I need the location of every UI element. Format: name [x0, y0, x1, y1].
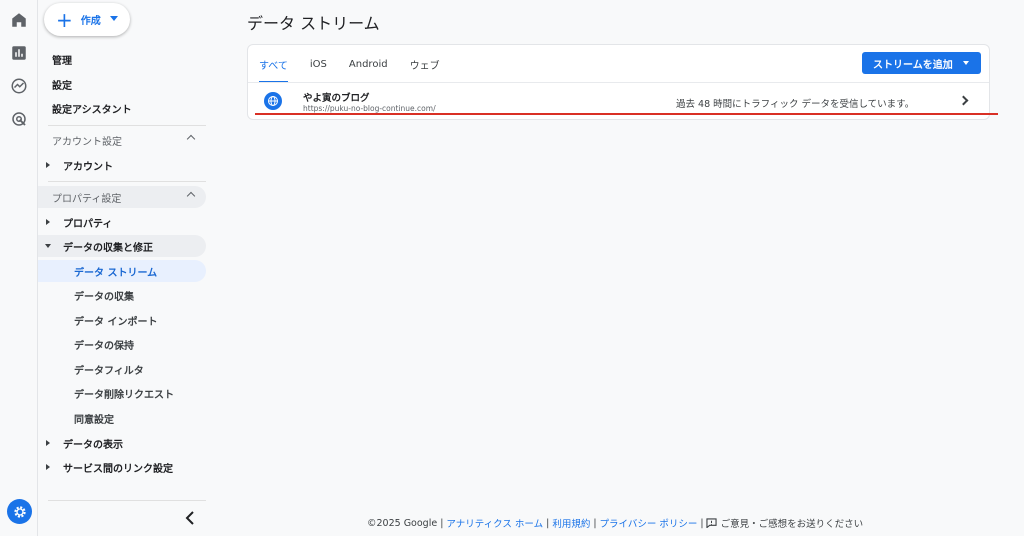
- collapse-sidebar-icon[interactable]: [184, 510, 196, 526]
- explore-icon[interactable]: [9, 76, 29, 96]
- sidebar-item-settings[interactable]: 設定: [38, 73, 206, 95]
- expand-arrow-icon: [46, 464, 50, 470]
- sidebar-item-label: プロパティ: [63, 218, 113, 230]
- advertising-icon[interactable]: [9, 109, 29, 129]
- expand-arrow-icon: [46, 219, 50, 225]
- sidebar-item-account[interactable]: アカウント: [38, 154, 206, 176]
- app-rail: [0, 0, 38, 536]
- sidebar-divider: [48, 500, 206, 501]
- section-property-settings[interactable]: プロパティ設定: [38, 186, 206, 208]
- create-button[interactable]: + 作成: [44, 3, 130, 36]
- sidebar-item-data-collection[interactable]: データの収集: [38, 284, 206, 306]
- settings-sidebar: + 作成 管理 設定 設定アシスタント アカウント設定 アカウント プロパティ設…: [38, 0, 208, 536]
- stream-url: https://puku-no-blog-continue.com/: [303, 104, 436, 113]
- footer: ©2025 Google | アナリティクス ホーム | 利用規約 | プライバ…: [367, 516, 864, 531]
- feedback-icon: [706, 518, 717, 528]
- highlight-underline: [255, 113, 998, 115]
- plus-icon: +: [56, 7, 73, 32]
- section-label: プロパティ設定: [52, 193, 122, 205]
- sidebar-item-product-links[interactable]: サービス間のリンク設定: [38, 456, 206, 478]
- page-title: データ ストリーム: [247, 14, 380, 33]
- sidebar-divider: [48, 181, 206, 182]
- stream-status: 過去 48 時間にトラフィック データを受信しています。: [676, 99, 915, 110]
- caret-down-icon: [963, 61, 969, 65]
- chevron-up-icon: [186, 134, 196, 144]
- expand-arrow-icon: [46, 440, 50, 446]
- analytics-home-link[interactable]: アナリティクス ホーム: [446, 516, 543, 530]
- sidebar-item-property[interactable]: プロパティ: [38, 211, 206, 233]
- sidebar-item-setup-assistant[interactable]: 設定アシスタント: [38, 97, 206, 119]
- separator: |: [593, 517, 597, 529]
- add-stream-button[interactable]: ストリームを追加: [862, 52, 981, 74]
- sidebar-item-label: サービス間のリンク設定: [63, 463, 173, 475]
- copyright: ©2025 Google |: [367, 517, 444, 529]
- sidebar-item-data-streams[interactable]: データ ストリーム: [38, 260, 206, 282]
- sidebar-item-data-retention[interactable]: データの保持: [38, 333, 206, 355]
- chevron-up-icon: [186, 191, 196, 201]
- section-label: アカウント設定: [52, 136, 122, 148]
- stream-name: やよ寅のブログ: [303, 93, 370, 104]
- home-icon[interactable]: [9, 10, 29, 30]
- add-stream-label: ストリームを追加: [873, 59, 953, 71]
- sidebar-item-data-deletion-requests[interactable]: データ削除リクエスト: [38, 382, 206, 404]
- sidebar-item-consent-settings[interactable]: 同意設定: [38, 407, 206, 429]
- feedback-link[interactable]: ご意見・ご感想をお送りください: [721, 516, 864, 530]
- terms-link[interactable]: 利用規約: [552, 516, 590, 530]
- tab-ios[interactable]: iOS: [310, 45, 327, 83]
- caret-down-icon: [110, 16, 118, 21]
- separator: |: [700, 517, 704, 529]
- create-label: 作成: [80, 16, 101, 27]
- sidebar-item-label: データの表示: [63, 439, 123, 451]
- reports-icon[interactable]: [9, 43, 29, 63]
- tab-all[interactable]: すべて: [259, 45, 288, 83]
- chevron-right-icon: [958, 95, 969, 106]
- separator: |: [546, 517, 550, 529]
- expand-arrow-icon: [46, 162, 50, 168]
- sidebar-item-data-filters[interactable]: データフィルタ: [38, 358, 206, 380]
- sidebar-item-data-collection-modification[interactable]: データの収集と修正: [38, 235, 206, 257]
- globe-icon: [264, 92, 282, 110]
- data-streams-card: すべて iOS Android ウェブ ストリームを追加 やよ寅のブログ htt…: [247, 44, 990, 120]
- collapse-arrow-icon: [45, 244, 51, 248]
- privacy-link[interactable]: プライバシー ポリシー: [600, 516, 698, 530]
- sidebar-item-data-display[interactable]: データの表示: [38, 432, 206, 454]
- tab-web[interactable]: ウェブ: [410, 45, 440, 83]
- platform-tabs: すべて iOS Android ウェブ: [248, 45, 440, 83]
- sidebar-divider: [48, 125, 206, 126]
- sidebar-item-label: データの収集と修正: [63, 242, 153, 254]
- sidebar-item-manage[interactable]: 管理: [38, 48, 206, 70]
- sidebar-item-label: アカウント: [63, 161, 113, 173]
- sidebar-item-data-import[interactable]: データ インポート: [38, 309, 206, 331]
- section-account-settings[interactable]: アカウント設定: [38, 129, 206, 151]
- gear-icon[interactable]: [7, 499, 32, 524]
- tab-android[interactable]: Android: [349, 45, 388, 83]
